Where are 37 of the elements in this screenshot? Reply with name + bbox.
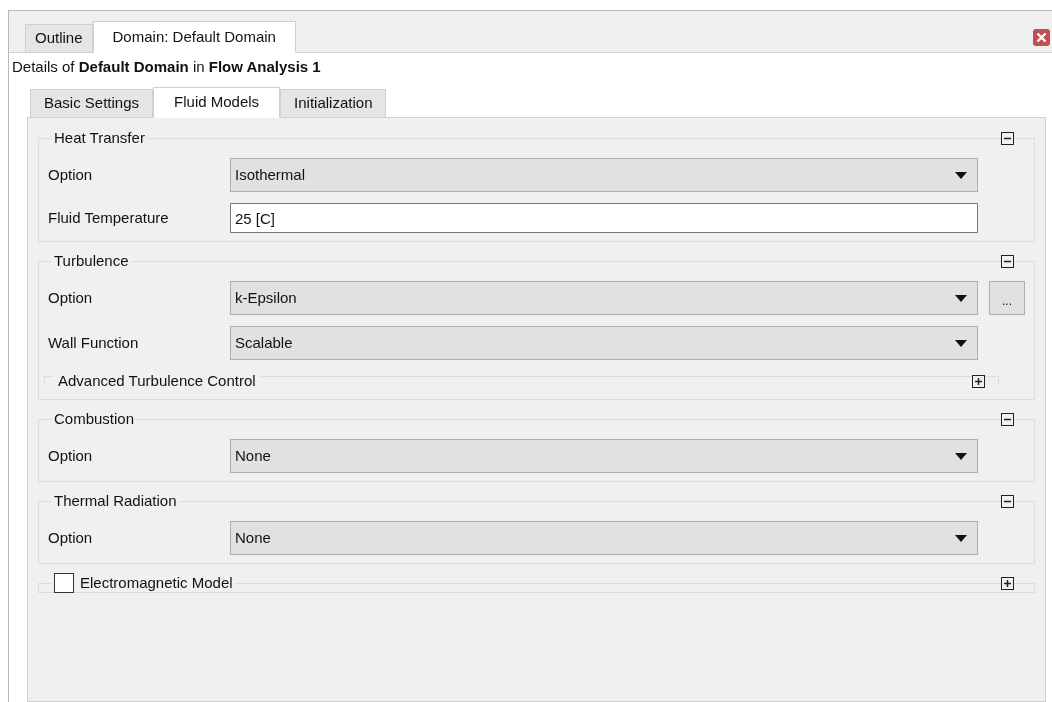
more-button[interactable]: ... (989, 281, 1025, 315)
dropdown[interactable]: Scalable (230, 326, 978, 360)
collapse-icon[interactable] (1001, 255, 1014, 268)
caret-icon (955, 452, 967, 460)
group-title: Electromagnetic Model (80, 572, 233, 593)
expand-icon[interactable] (972, 374, 985, 388)
field-label: Wall Function (48, 332, 140, 353)
group-title: Thermal Radiation (54, 490, 177, 511)
field-label: Option (48, 527, 94, 548)
panel-tab[interactable]: Outline (25, 24, 93, 52)
tab[interactable]: Basic Settings (30, 89, 154, 117)
collapse-icon[interactable] (1001, 413, 1014, 426)
group-title: Combustion (54, 408, 135, 429)
temperature-input[interactable]: 25 [C] (230, 203, 978, 233)
caret-icon (955, 339, 967, 347)
group-title: Turbulence (54, 250, 129, 271)
expand-icon[interactable] (1001, 577, 1014, 590)
collapse-icon[interactable] (1001, 495, 1014, 508)
field-label: Fluid Temperature (48, 207, 170, 228)
caret-icon (955, 294, 967, 302)
field-label: Option (48, 445, 94, 466)
group-title: Heat Transfer (54, 127, 145, 148)
dropdown[interactable]: k-Epsilon (230, 281, 978, 315)
dropdown[interactable]: None (230, 521, 978, 555)
field-label: Option (48, 164, 94, 185)
caret-icon (955, 534, 967, 542)
tab[interactable]: Initialization (280, 89, 387, 117)
tab[interactable]: Fluid Models (153, 87, 281, 118)
collapse-icon[interactable] (1001, 132, 1014, 145)
caret-icon (955, 171, 967, 179)
dropdown[interactable]: Isothermal (230, 158, 978, 192)
checkbox[interactable] (54, 573, 74, 593)
dropdown[interactable]: None (230, 439, 978, 473)
details-heading: Details of Default Domain in Flow Analysis 1 (12, 57, 322, 77)
panel-tab[interactable]: Domain: Default Domain (92, 21, 296, 53)
field-label: Option (48, 287, 94, 308)
close-icon[interactable] (1033, 29, 1050, 46)
